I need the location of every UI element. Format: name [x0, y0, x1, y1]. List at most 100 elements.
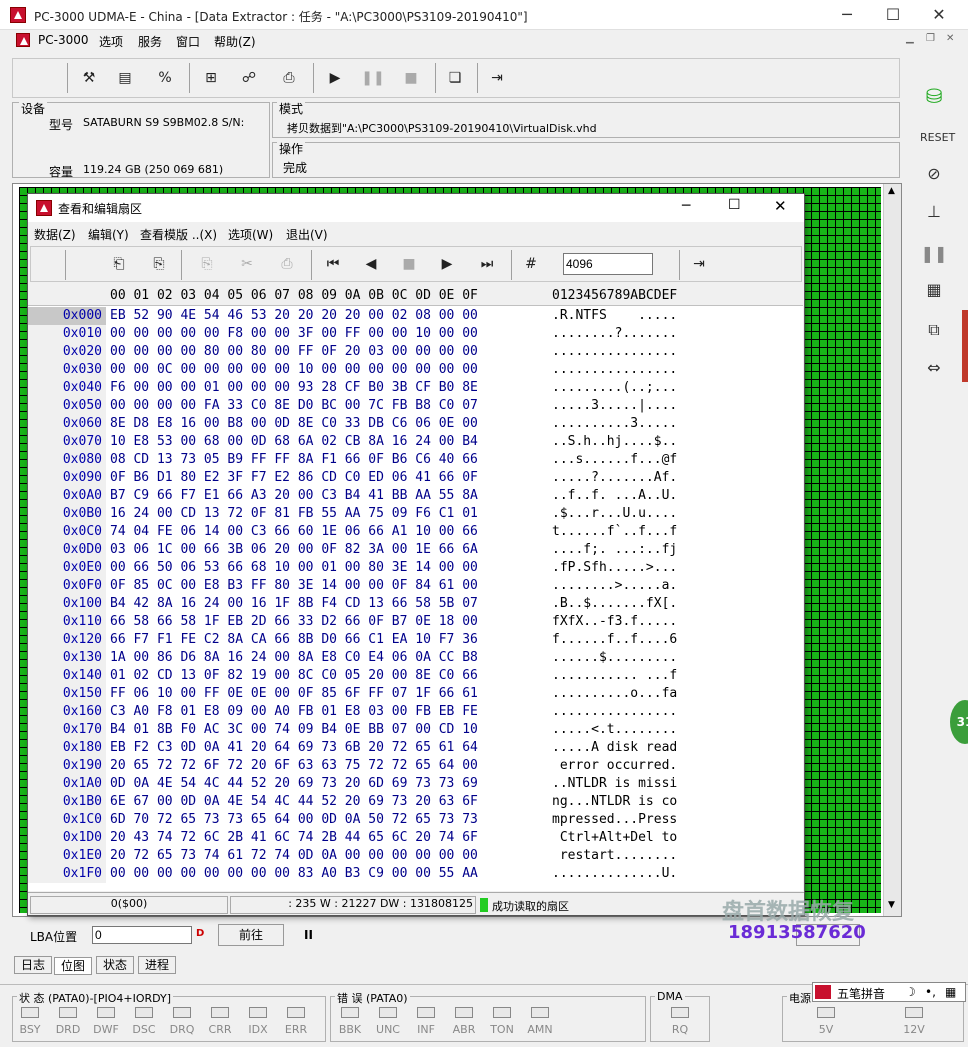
hex-row[interactable]: 0x0B0 16 24 00 CD 13 72 0F 81 FB 55 AA 75… — [28, 505, 803, 523]
tab-bitmap[interactable]: 位图 — [54, 957, 92, 975]
stop-icon[interactable]: ■ — [399, 66, 423, 90]
row-ascii[interactable]: ................ — [552, 343, 677, 361]
hex-row[interactable]: 0x1E0 20 72 65 73 74 61 72 74 0D 0A 00 00… — [28, 847, 803, 865]
minimize-button[interactable]: ─ — [824, 0, 870, 30]
ime-punct-icon[interactable]: •, — [925, 985, 936, 999]
binoculars-icon[interactable]: ☍ — [237, 66, 261, 90]
row-ascii[interactable]: .B..$.......fX[. — [552, 595, 677, 613]
mdi-restore-button[interactable]: ❐ — [926, 33, 935, 44]
row-ascii[interactable]: ..f..f. ...A..U. — [552, 487, 677, 505]
paste-icon[interactable]: ⎙ — [275, 252, 299, 276]
row-bytes[interactable]: 66 58 66 58 1F EB 2D 66 33 D2 66 0F B7 0… — [110, 613, 478, 631]
row-ascii[interactable]: .....A disk read — [552, 739, 677, 757]
row-ascii[interactable]: restart........ — [552, 847, 677, 865]
database-icon[interactable]: ⛁ — [920, 82, 948, 110]
hex-row[interactable]: 0x1D0 20 43 74 72 6C 2B 41 6C 74 2B 44 65… — [28, 829, 803, 847]
goto-sector-icon[interactable]: # — [519, 252, 543, 276]
row-ascii[interactable]: ................ — [552, 361, 677, 379]
ime-keyboard-icon[interactable]: ▦ — [945, 985, 956, 999]
cut-icon[interactable]: ✂ — [235, 252, 259, 276]
row-bytes[interactable]: 03 06 1C 00 66 3B 06 20 00 0F 82 3A 00 1… — [110, 541, 478, 559]
row-ascii[interactable]: mpressed...Press — [552, 811, 677, 829]
row-ascii[interactable]: .....3.....|.... — [552, 397, 677, 415]
hex-menu-options[interactable]: 选项(W) — [228, 226, 273, 243]
hex-row[interactable]: 0x0A0 B7 C9 66 F7 E1 66 A3 20 00 C3 B4 41… — [28, 487, 803, 505]
row-bytes[interactable]: B7 C9 66 F7 E1 66 A3 20 00 C3 B4 41 BB A… — [110, 487, 478, 505]
hex-menu-data[interactable]: 数据(Z) — [34, 226, 76, 243]
hex-row[interactable]: 0x100 B4 42 8A 16 24 00 16 1F 8B F4 CD 13… — [28, 595, 803, 613]
hex-row[interactable]: 0x130 1A 00 86 D6 8A 16 24 00 8A E8 C0 E4… — [28, 649, 803, 667]
pause-icon[interactable]: ❚❚ — [361, 66, 385, 90]
row-bytes[interactable]: 6E 67 00 0D 0A 4E 54 4C 44 52 20 69 73 2… — [110, 793, 478, 811]
hex-row[interactable]: 0x070 10 E8 53 00 68 00 0D 68 6A 02 CB 8A… — [28, 433, 803, 451]
row-bytes[interactable]: 20 65 72 72 6F 72 20 6F 63 63 75 72 72 6… — [110, 757, 478, 775]
goto-button[interactable]: 前往 — [218, 924, 284, 946]
row-bytes[interactable]: 00 66 50 06 53 66 68 10 00 01 00 80 3E 1… — [110, 559, 478, 577]
chip-icon[interactable]: ▦ — [920, 276, 948, 304]
scroll-icon[interactable]: ▤ — [113, 66, 137, 90]
hex-row[interactable]: 0x1B0 6E 67 00 0D 0A 4E 54 4C 44 52 20 69… — [28, 793, 803, 811]
maximize-button[interactable]: ☐ — [870, 0, 916, 30]
next-sector-icon[interactable]: ▶ — [435, 252, 459, 276]
hex-row[interactable]: 0x040 F6 00 00 00 01 00 00 00 93 28 CF B0… — [28, 379, 803, 397]
row-bytes[interactable]: FF 06 10 00 FF 0E 0E 00 0F 85 6F FF 07 1… — [110, 685, 478, 703]
row-ascii[interactable]: ng...NTLDR is co — [552, 793, 677, 811]
power-icon[interactable]: ⊘ — [920, 160, 948, 188]
hex-row[interactable]: 0x170 B4 01 8B F0 AC 3C 00 74 09 B4 0E BB… — [28, 721, 803, 739]
hex-close-button[interactable]: ✕ — [774, 197, 787, 215]
close-button[interactable]: ✕ — [916, 0, 962, 30]
row-bytes[interactable]: 1A 00 86 D6 8A 16 24 00 8A E8 C0 E4 06 0… — [110, 649, 478, 667]
hex-row[interactable]: 0x1A0 0D 0A 4E 54 4C 44 52 20 69 73 20 6D… — [28, 775, 803, 793]
row-bytes[interactable]: 00 00 0C 00 00 00 00 00 10 00 00 00 00 0… — [110, 361, 478, 379]
percent-icon[interactable]: % — [153, 66, 177, 90]
row-bytes[interactable]: 6D 70 72 65 73 73 65 64 00 0D 0A 50 72 6… — [110, 811, 478, 829]
row-bytes[interactable]: 0F B6 D1 80 E2 3F F7 E2 86 CD C0 ED 06 4… — [110, 469, 478, 487]
row-ascii[interactable]: ......$......... — [552, 649, 677, 667]
row-ascii[interactable]: .fP.Sfh.....>... — [552, 559, 677, 577]
hex-view[interactable]: 00 01 02 03 04 05 06 07 08 09 0A 0B 0C 0… — [28, 286, 803, 891]
first-sector-icon[interactable]: ⏮ — [321, 252, 345, 276]
hex-row[interactable]: 0x0E0 00 66 50 06 53 66 68 10 00 01 00 80… — [28, 559, 803, 577]
side-badge[interactable]: 31 — [950, 700, 968, 744]
row-ascii[interactable]: ..NTLDR is missi — [552, 775, 677, 793]
row-bytes[interactable]: B4 42 8A 16 24 00 16 1F 8B F4 CD 13 66 5… — [110, 595, 478, 613]
menu-service[interactable]: 服务 — [138, 33, 162, 50]
hex-row[interactable]: 0x000 EB 52 90 4E 54 46 53 20 20 20 20 00… — [28, 307, 803, 325]
row-bytes[interactable]: 66 F7 F1 FE C2 8A CA 66 8B D0 66 C1 EA 1… — [110, 631, 478, 649]
hex-exit-icon[interactable]: ⇥ — [687, 252, 711, 276]
menu-options[interactable]: 选项 — [99, 33, 123, 50]
row-ascii[interactable]: .........(..;... — [552, 379, 677, 397]
hex-row[interactable]: 0x080 08 CD 13 73 05 B9 FF FF 8A F1 66 0F… — [28, 451, 803, 469]
last-sector-icon[interactable]: ⏭ — [475, 252, 499, 276]
row-bytes[interactable]: F6 00 00 00 01 00 00 00 93 28 CF B0 3B C… — [110, 379, 478, 397]
row-bytes[interactable]: C3 A0 F8 01 E8 09 00 A0 FB 01 E8 03 00 F… — [110, 703, 478, 721]
copy-icon[interactable]: ⧉ — [920, 316, 948, 344]
row-bytes[interactable]: 20 43 74 72 6C 2B 41 6C 74 2B 44 65 6C 2… — [110, 829, 478, 847]
scroll-down-icon[interactable]: ▼ — [888, 900, 895, 910]
row-ascii[interactable]: ........... ...f — [552, 667, 677, 685]
lba-dec-toggle[interactable]: D — [196, 928, 204, 939]
row-bytes[interactable]: 0F 85 0C 00 E8 B3 FF 80 3E 14 00 00 0F 8… — [110, 577, 478, 595]
row-bytes[interactable]: 74 04 FE 06 14 00 C3 66 60 1E 06 66 A1 1… — [110, 523, 478, 541]
hex-menu-edit[interactable]: 编辑(Y) — [88, 226, 129, 243]
save-sector-icon[interactable]: ⎗ — [107, 252, 131, 276]
hex-row[interactable]: 0x020 00 00 00 00 80 00 80 00 FF 0F 20 03… — [28, 343, 803, 361]
hex-menu-exit[interactable]: 退出(V) — [286, 226, 328, 243]
tab-log[interactable]: 日志 — [14, 956, 52, 974]
hex-row[interactable]: 0x150 FF 06 10 00 FF 0E 0E 00 0F 85 6F FF… — [28, 685, 803, 703]
lba-input[interactable] — [92, 926, 192, 944]
row-bytes[interactable]: B4 01 8B F0 AC 3C 00 74 09 B4 0E BB 07 0… — [110, 721, 478, 739]
row-ascii[interactable]: ..........o...fa — [552, 685, 677, 703]
hex-row[interactable]: 0x050 00 00 00 00 FA 33 C0 8E D0 BC 00 7C… — [28, 397, 803, 415]
row-bytes[interactable]: EB 52 90 4E 54 46 53 20 20 20 20 00 02 0… — [110, 307, 478, 325]
hex-row[interactable]: 0x110 66 58 66 58 1F EB 2D 66 33 D2 66 0F… — [28, 613, 803, 631]
row-ascii[interactable]: ...s......f...@f — [552, 451, 677, 469]
row-ascii[interactable]: .....<.t........ — [552, 721, 677, 739]
folder-export-icon[interactable]: ⎙ — [277, 66, 301, 90]
hex-maximize-button[interactable]: ☐ — [728, 197, 741, 213]
row-ascii[interactable]: ..........3..... — [552, 415, 677, 433]
windows-icon[interactable]: ❏ — [443, 66, 467, 90]
tree-icon[interactable]: ⊞ — [199, 66, 223, 90]
row-ascii[interactable]: ....f;. ...:..fj — [552, 541, 677, 559]
hex-row[interactable]: 0x180 EB F2 C3 0D 0A 41 20 64 69 73 6B 20… — [28, 739, 803, 757]
